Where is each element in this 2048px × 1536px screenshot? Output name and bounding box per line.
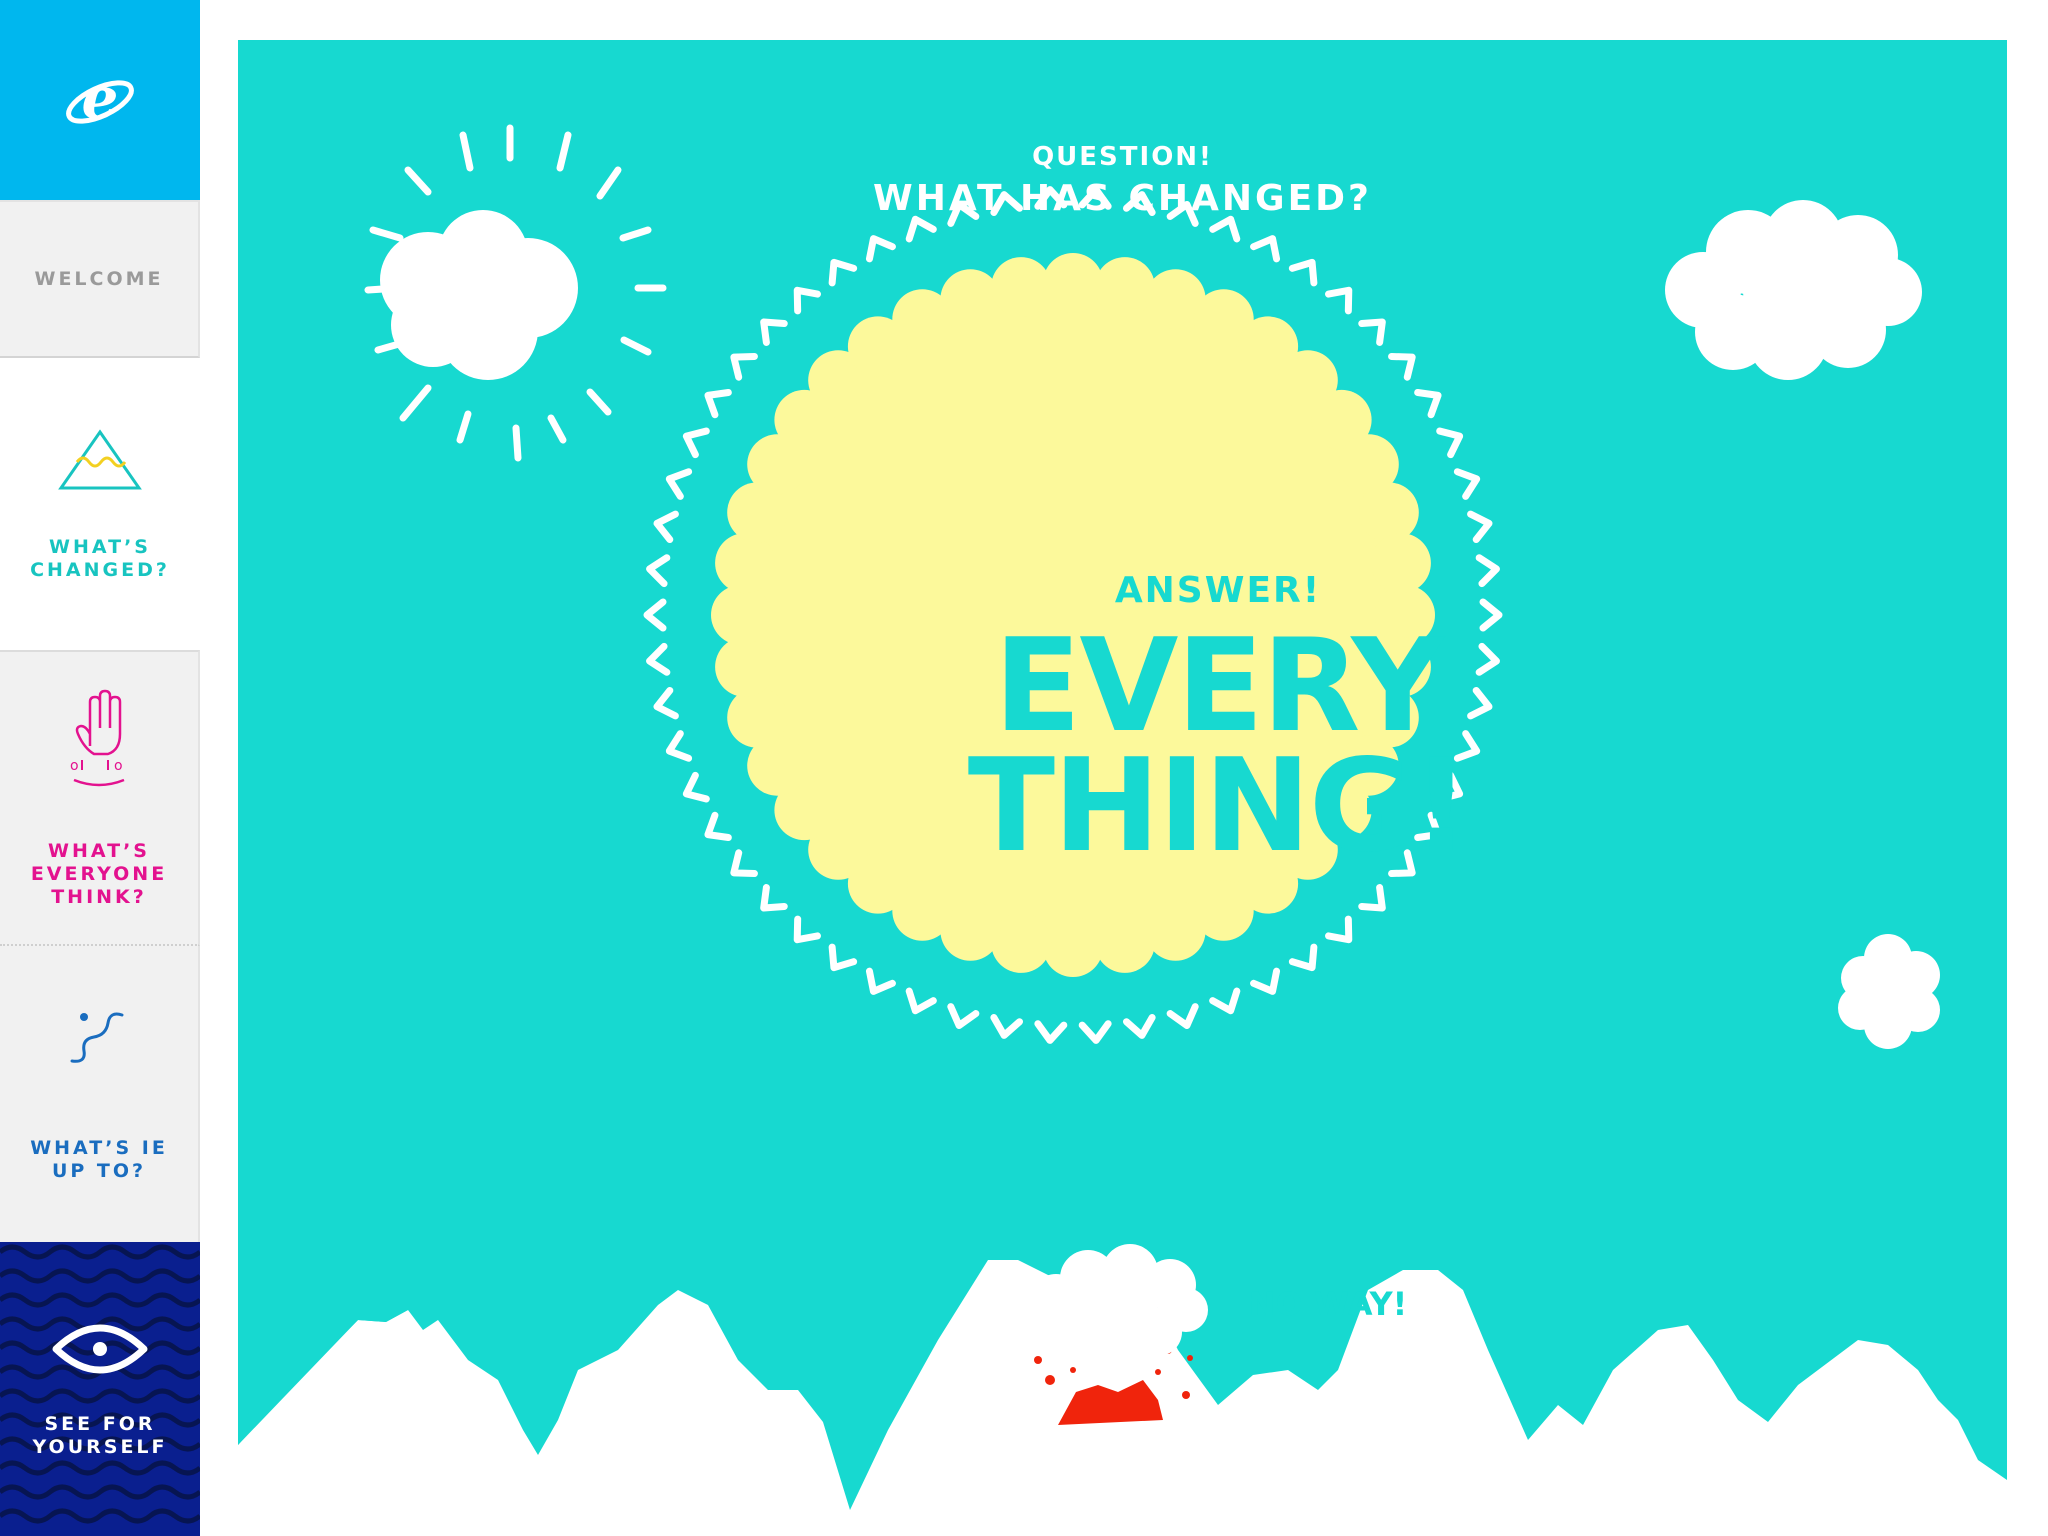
squiggle-path-icon (70, 1012, 124, 1063)
main-stage: QUESTION! WHAT HAS CHANGED? ANSWER! EVER… (238, 40, 2007, 1536)
sidebar-item-whats-changed-label: WHAT’S CHANGED? (30, 536, 170, 581)
cloud-right-top (1665, 200, 1922, 380)
svg-text:o: o (70, 758, 79, 774)
sidebar-item-welcome-label: WELCOME (34, 267, 164, 290)
question-kicker: QUESTION! (1032, 142, 1213, 172)
eye-icon (52, 1324, 148, 1374)
sun-cloud (380, 210, 578, 380)
wave-pattern-background (0, 1244, 200, 1524)
answer-block: ANSWER! EVERY THING! (898, 570, 1538, 881)
answer-kicker: ANSWER! (1114, 570, 1322, 611)
sidebar-item-whats-changed[interactable]: WHAT’S CHANGED? (0, 358, 200, 650)
sidebar-item-whats-everyone-think-label: WHAT’S EVERYONE THINK? (30, 839, 168, 908)
question-heading: QUESTION! WHAT HAS CHANGED? (238, 142, 2007, 219)
mountain-triangle-icon (58, 429, 142, 490)
sidebar-item-whats-everyone-think[interactable]: o o WHAT’S EVERYONE THINK? (0, 650, 200, 946)
answer-text: EVERY THING! (967, 612, 1471, 881)
question-title: WHAT HAS CHANGED? (873, 178, 1372, 219)
sidebar-item-see-for-yourself[interactable]: SEE FOR YOURSELF (0, 1242, 200, 1536)
raised-hand-icon: o o (70, 689, 125, 786)
internet-explorer-logo-icon: e (66, 64, 134, 132)
volcano-bubble-text: NO WAY! (1248, 1285, 1408, 1323)
sidebar-item-welcome[interactable]: WELCOME (0, 200, 200, 358)
ie-logo-tile[interactable]: e (0, 0, 200, 200)
sidebar-item-whats-ie-up-to[interactable]: WHAT’S IE UP TO? (0, 946, 200, 1242)
svg-text:o: o (114, 758, 123, 774)
sidebar: e WELCOME WHAT’S CHANGED? o o WHAT’S EVE… (0, 0, 200, 1536)
cloud-right-small (1838, 934, 1940, 1049)
volcano-speech-cloud (1030, 1244, 1208, 1362)
svg-text:e: e (82, 64, 119, 132)
sidebar-item-whats-ie-up-to-label: WHAT’S IE UP TO? (30, 1137, 168, 1182)
sidebar-item-see-for-yourself-label: SEE FOR YOURSELF (32, 1413, 168, 1458)
